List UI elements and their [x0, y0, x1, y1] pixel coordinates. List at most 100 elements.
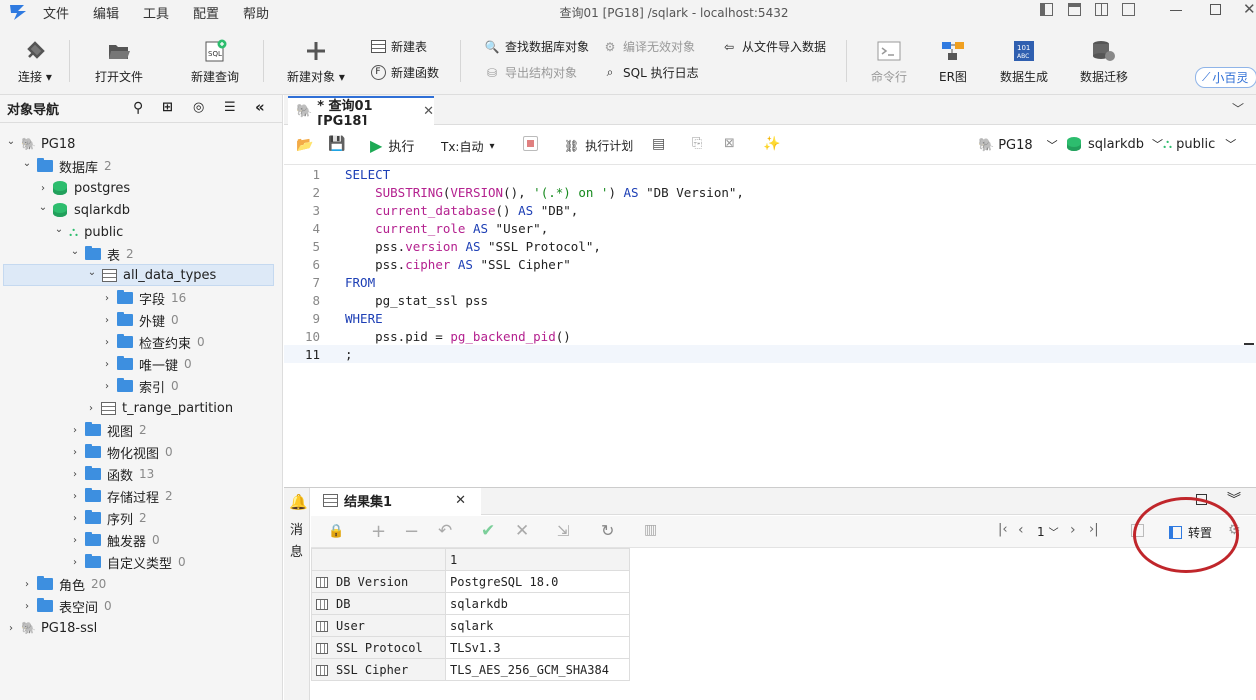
- lock-icon[interactable]: 🔒: [328, 524, 344, 539]
- delete-row-icon[interactable]: −: [404, 521, 419, 542]
- columns-icon[interactable]: ▥: [644, 522, 657, 538]
- table-row[interactable]: User sqlark: [311, 614, 630, 637]
- tree-item[interactable]: ⌄ 🐘 PG18: [0, 133, 282, 155]
- sort-icon[interactable]: ☰: [224, 100, 236, 115]
- tree-item[interactable]: › 存储过程 2: [0, 485, 282, 507]
- messages-sidebar[interactable]: 🔔 消息: [284, 488, 310, 700]
- chevron-right-icon[interactable]: ›: [68, 425, 82, 436]
- cell-value[interactable]: TLSv1.3: [445, 636, 630, 659]
- magic-wand-icon[interactable]: ✨: [763, 136, 780, 152]
- minimize-icon[interactable]: [1170, 10, 1182, 11]
- new-folder-icon[interactable]: ⊞: [162, 100, 173, 115]
- chevron-down-icon[interactable]: ⌄: [68, 246, 82, 257]
- data-gen-button[interactable]: 101 ABC 数据生成: [1000, 38, 1048, 85]
- column-header[interactable]: 1: [445, 548, 630, 571]
- schema-select[interactable]: ⛬ public ﹀: [1163, 136, 1236, 152]
- close-result-tab-icon[interactable]: ✕: [455, 493, 466, 508]
- tree-item[interactable]: ⌄ 数据库 2: [0, 155, 282, 177]
- tree-item[interactable]: › 索引 0: [0, 375, 282, 397]
- layout-top-icon[interactable]: [1068, 3, 1081, 16]
- new-query-button[interactable]: SQL 新建查询: [191, 38, 239, 85]
- tree-item[interactable]: › postgres: [0, 177, 282, 199]
- data-migrate-button[interactable]: 数据迁移: [1080, 38, 1128, 85]
- chevron-right-icon[interactable]: ›: [100, 315, 114, 326]
- prev-page-icon[interactable]: ‹: [1018, 522, 1024, 538]
- stop-icon[interactable]: [523, 136, 538, 151]
- explain-plan-button[interactable]: ⛓ 执行计划: [564, 137, 633, 154]
- chevron-down-icon[interactable]: ⌄: [52, 224, 66, 235]
- save-icon[interactable]: 💾: [328, 136, 345, 152]
- cell-value[interactable]: sqlark: [445, 614, 630, 637]
- cell-value[interactable]: sqlarkdb: [445, 592, 630, 615]
- tree-item[interactable]: › t_range_partition: [0, 397, 282, 419]
- chevron-right-icon[interactable]: ›: [20, 601, 34, 612]
- tree-item[interactable]: › 触发器 0: [0, 529, 282, 551]
- chevron-right-icon[interactable]: ›: [36, 183, 50, 194]
- import-data-button[interactable]: ⇦ 从文件导入数据: [720, 38, 826, 55]
- table-row[interactable]: DB Version PostgreSQL 18.0: [311, 570, 630, 593]
- tree-item[interactable]: ⌄ all_data_types: [3, 264, 274, 286]
- chevron-right-icon[interactable]: ›: [68, 469, 82, 480]
- chevron-right-icon[interactable]: ›: [68, 557, 82, 568]
- maximize-icon[interactable]: [1210, 4, 1221, 15]
- row-header[interactable]: SSL Cipher: [311, 658, 446, 681]
- row-header[interactable]: User: [311, 614, 446, 637]
- refresh-icon[interactable]: ↻: [601, 521, 614, 540]
- tx-mode-select[interactable]: Tx:自动 ▾: [441, 138, 495, 155]
- page-select[interactable]: 1 ﹀: [1037, 524, 1059, 540]
- open-icon[interactable]: 📂: [296, 137, 313, 153]
- uncomment-icon[interactable]: ⊠: [724, 136, 735, 151]
- layout-split-icon[interactable]: [1095, 3, 1108, 16]
- last-page-icon[interactable]: ›|: [1089, 522, 1099, 537]
- compile-invalid-button[interactable]: ⚙ 编译无效对象: [601, 38, 695, 55]
- command-line-button[interactable]: 命令行: [871, 38, 907, 85]
- chevron-right-icon[interactable]: ›: [84, 403, 98, 414]
- chevron-right-icon[interactable]: ›: [4, 623, 18, 634]
- tab-resultset1[interactable]: 结果集1 ✕: [311, 488, 481, 515]
- chevron-right-icon[interactable]: ›: [68, 513, 82, 524]
- tree-item[interactable]: ⌄ 表 2: [0, 243, 282, 265]
- tree-item[interactable]: ⌄ ⛬ public: [0, 221, 282, 243]
- tree-item[interactable]: › 外键 0: [0, 309, 282, 331]
- format-icon[interactable]: ▤: [652, 136, 665, 152]
- chevron-down-icon[interactable]: ⌄: [36, 202, 50, 213]
- er-diagram-button[interactable]: ER图: [939, 38, 967, 85]
- collapse-result-icon[interactable]: ︾: [1227, 489, 1241, 509]
- commit-icon[interactable]: ✔: [481, 521, 495, 541]
- chevron-right-icon[interactable]: ›: [100, 359, 114, 370]
- execute-button[interactable]: ▶ 执行: [370, 136, 414, 155]
- chevron-right-icon[interactable]: ›: [100, 381, 114, 392]
- row-header[interactable]: DB: [311, 592, 446, 615]
- tab-query01[interactable]: 🐘 * 查询01 [PG18] ✕: [288, 96, 434, 129]
- tree-item[interactable]: › 物化视图 0: [0, 441, 282, 463]
- undo-icon[interactable]: ↶: [438, 521, 452, 541]
- table-row[interactable]: SSL Protocol TLSv1.3: [311, 636, 630, 659]
- tree-item[interactable]: › 自定义类型 0: [0, 551, 282, 573]
- chevron-right-icon[interactable]: ›: [68, 535, 82, 546]
- close-window-icon[interactable]: ✕: [1243, 0, 1256, 18]
- connect-button[interactable]: 连接 ▾: [18, 38, 52, 85]
- table-row[interactable]: DB sqlarkdb: [311, 592, 630, 615]
- fullscreen-icon[interactable]: [1122, 3, 1135, 16]
- chevron-right-icon[interactable]: ›: [100, 337, 114, 348]
- cell-value[interactable]: TLS_AES_256_GCM_SHA384: [445, 658, 630, 681]
- tree-item[interactable]: › 表空间 0: [0, 595, 282, 617]
- rollback-icon[interactable]: ✕: [515, 521, 529, 541]
- chevron-right-icon[interactable]: ›: [68, 447, 82, 458]
- sql-log-button[interactable]: ⌕ SQL 执行日志: [601, 64, 699, 81]
- first-page-icon[interactable]: |‹: [998, 522, 1008, 537]
- table-row[interactable]: SSL Cipher TLS_AES_256_GCM_SHA384: [311, 658, 630, 681]
- chevron-down-icon[interactable]: ⌄: [20, 158, 34, 169]
- chevron-right-icon[interactable]: ›: [20, 579, 34, 590]
- tree-item[interactable]: › 角色 20: [0, 573, 282, 595]
- tree-item[interactable]: ⌄ sqlarkdb: [0, 199, 282, 221]
- tree-item[interactable]: › 序列 2: [0, 507, 282, 529]
- sql-editor[interactable]: 1 SELECT 2 SUBSTRING(VERSION(), '(.*) on '…: [284, 165, 1256, 487]
- tab-list-chevron-icon[interactable]: ﹀: [1232, 100, 1244, 117]
- next-page-icon[interactable]: ›: [1070, 522, 1076, 538]
- open-file-button[interactable]: 打开文件: [95, 38, 143, 85]
- connection-select[interactable]: 🐘 PG18 ﹀: [978, 137, 1058, 153]
- chevron-right-icon[interactable]: ›: [68, 491, 82, 502]
- new-object-button[interactable]: 新建对象 ▾: [287, 38, 345, 85]
- find-db-object-button[interactable]: 🔍 查找数据库对象: [483, 38, 590, 55]
